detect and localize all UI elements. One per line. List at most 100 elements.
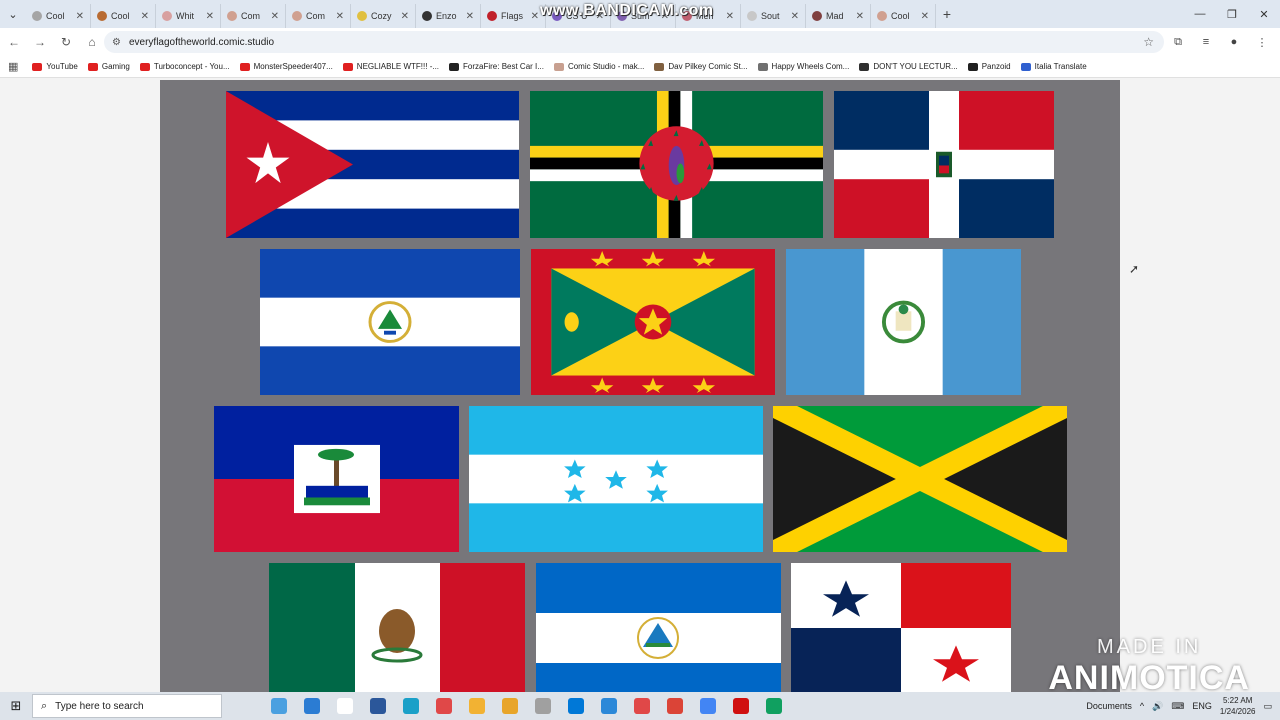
- tray-documents[interactable]: Documents: [1086, 701, 1132, 711]
- browser-tab[interactable]: Cool ✕: [91, 4, 156, 28]
- restore-icon[interactable]: ❐: [1216, 0, 1248, 28]
- start-icon[interactable]: ⊞: [0, 698, 32, 714]
- browser-tab[interactable]: Com ✕: [286, 4, 351, 28]
- browser-tab[interactable]: Flags ✕: [481, 4, 546, 28]
- profile-icon[interactable]: ●: [1222, 32, 1246, 52]
- tab-title: Cozy: [371, 11, 392, 21]
- home-icon[interactable]: ⌂: [80, 30, 104, 54]
- browser-tab[interactable]: Cool ✕: [26, 4, 91, 28]
- bookmark-item[interactable]: ForzaFire: Best Car I...: [449, 62, 544, 71]
- app-glyph-icon: [402, 698, 419, 714]
- tab-close-icon[interactable]: ✕: [206, 11, 214, 22]
- close-window-icon[interactable]: ✕: [1248, 0, 1280, 28]
- taskbar-app-icon[interactable]: [592, 692, 625, 720]
- tray-arrow-icon[interactable]: ^: [1140, 701, 1144, 711]
- clock[interactable]: 5:22 AM 1/24/2026: [1220, 695, 1256, 717]
- minimize-icon[interactable]: —: [1184, 0, 1216, 28]
- flag-haiti[interactable]: [214, 406, 459, 552]
- browser-tab[interactable]: Sout ✕: [741, 4, 806, 28]
- reload-icon[interactable]: ↻: [54, 30, 78, 54]
- bookmark-item[interactable]: Italia Translate: [1020, 62, 1087, 71]
- new-tab-button[interactable]: +: [936, 6, 958, 22]
- browser-tab[interactable]: Com ✕: [221, 4, 286, 28]
- taskbar-app-icon[interactable]: [328, 692, 361, 720]
- flag-grenada[interactable]: [531, 249, 775, 395]
- taskbar-app-icon[interactable]: [724, 692, 757, 720]
- taskbar-app-icon[interactable]: [559, 692, 592, 720]
- taskbar-search[interactable]: ⌕ Type here to search: [32, 694, 222, 718]
- tab-close-icon[interactable]: ✕: [141, 11, 149, 22]
- language-indicator[interactable]: ENG: [1192, 701, 1212, 711]
- flag-nicaragua[interactable]: [536, 563, 781, 692]
- browser-tab[interactable]: Enzo ✕: [416, 4, 481, 28]
- system-tray: Documents ^ 🔊 ⌨ ENG 5:22 AM 1/24/2026 ▭: [1086, 692, 1272, 720]
- bookmark-item[interactable]: YouTube: [32, 62, 78, 71]
- bookmark-item[interactable]: Panzoid: [967, 62, 1011, 71]
- menu-icon[interactable]: ⋮: [1250, 32, 1274, 52]
- tab-close-icon[interactable]: ✕: [791, 11, 799, 22]
- tab-close-icon[interactable]: ✕: [856, 11, 864, 22]
- tab-close-icon[interactable]: ✕: [921, 11, 929, 22]
- taskbar-app-icon[interactable]: [757, 692, 790, 720]
- browser-tab[interactable]: Whit ✕: [156, 4, 221, 28]
- flag-mexico[interactable]: [269, 563, 525, 692]
- taskbar-app-icon[interactable]: [658, 692, 691, 720]
- taskbar-app-icon[interactable]: [625, 692, 658, 720]
- notification-icon[interactable]: ▭: [1263, 701, 1272, 712]
- forward-icon[interactable]: →: [28, 30, 52, 54]
- taskbar-app-icon[interactable]: [526, 692, 559, 720]
- flag-guatemala[interactable]: [786, 249, 1021, 395]
- tab-close-icon[interactable]: ✕: [531, 11, 539, 22]
- bookmark-item[interactable]: Happy Wheels Com...: [757, 62, 849, 71]
- flag-dominica[interactable]: [530, 91, 823, 238]
- tab-title: Whit: [176, 11, 194, 21]
- apps-grid-icon[interactable]: ▦: [8, 60, 18, 73]
- browser-tab[interactable]: Mad ✕: [806, 4, 871, 28]
- tab-search-icon[interactable]: ⌄: [0, 0, 26, 28]
- taskbar-app-icon[interactable]: [691, 692, 724, 720]
- tab-favicon-icon: [32, 11, 42, 21]
- taskbar-app-icon[interactable]: [460, 692, 493, 720]
- taskbar-app-icon[interactable]: [493, 692, 526, 720]
- taskbar-app-icon[interactable]: [361, 692, 394, 720]
- browser-tab[interactable]: Cool ✕: [871, 4, 936, 28]
- bookmark-icon: [342, 62, 353, 71]
- keyboard-icon[interactable]: ⌨: [1171, 701, 1184, 712]
- bookmark-item[interactable]: Turboconcept - You...: [139, 62, 230, 71]
- flag-cuba[interactable]: [226, 91, 519, 238]
- tab-close-icon[interactable]: ✕: [401, 11, 409, 22]
- media-icon[interactable]: ≡: [1194, 32, 1218, 52]
- flag-dominican-republic[interactable]: [834, 91, 1054, 238]
- flag-el-salvador[interactable]: [260, 249, 520, 395]
- taskbar-app-icon[interactable]: [295, 692, 328, 720]
- taskbar-app-icon[interactable]: [262, 692, 295, 720]
- volume-icon[interactable]: 🔊: [1152, 701, 1163, 712]
- bookmark-item[interactable]: Gaming: [87, 62, 130, 71]
- browser-toolbar: ← → ↻ ⌂ ⚙ everyflagoftheworld.comic.stud…: [0, 28, 1280, 56]
- bookmark-item[interactable]: NEGLIABLE WTF!!! -...: [342, 62, 439, 71]
- bookmark-item[interactable]: Dav Pilkey Comic St...: [654, 62, 748, 71]
- tab-close-icon[interactable]: ✕: [336, 11, 344, 22]
- tab-favicon-icon: [227, 11, 237, 21]
- tab-close-icon[interactable]: ✕: [271, 11, 279, 22]
- bookmark-item[interactable]: DON'T YOU LECTUR...: [859, 62, 958, 71]
- tab-close-icon[interactable]: ✕: [726, 11, 734, 22]
- browser-tab[interactable]: Cozy ✕: [351, 4, 416, 28]
- tab-close-icon[interactable]: ✕: [76, 11, 84, 22]
- address-bar[interactable]: ⚙ everyflagoftheworld.comic.studio ☆: [104, 31, 1164, 53]
- bookmark-item[interactable]: MonsterSpeeder407...: [239, 62, 333, 71]
- site-info-icon[interactable]: ⚙: [112, 37, 121, 48]
- extensions-icon[interactable]: ⧉: [1166, 32, 1190, 52]
- bookmark-item[interactable]: Comic Studio - mak...: [553, 62, 644, 71]
- bookmark-icon: [449, 62, 460, 71]
- back-icon[interactable]: ←: [2, 30, 26, 54]
- flag-panama[interactable]: [791, 563, 1011, 692]
- flag-honduras[interactable]: [469, 406, 763, 552]
- taskbar-app-icon[interactable]: [427, 692, 460, 720]
- bookmark-star-icon[interactable]: ☆: [1143, 35, 1154, 49]
- tab-title: Cool: [111, 11, 130, 21]
- flag-jamaica[interactable]: [773, 406, 1067, 552]
- bookmark-icon: [859, 62, 870, 71]
- tab-close-icon[interactable]: ✕: [466, 11, 474, 22]
- taskbar-app-icon[interactable]: [394, 692, 427, 720]
